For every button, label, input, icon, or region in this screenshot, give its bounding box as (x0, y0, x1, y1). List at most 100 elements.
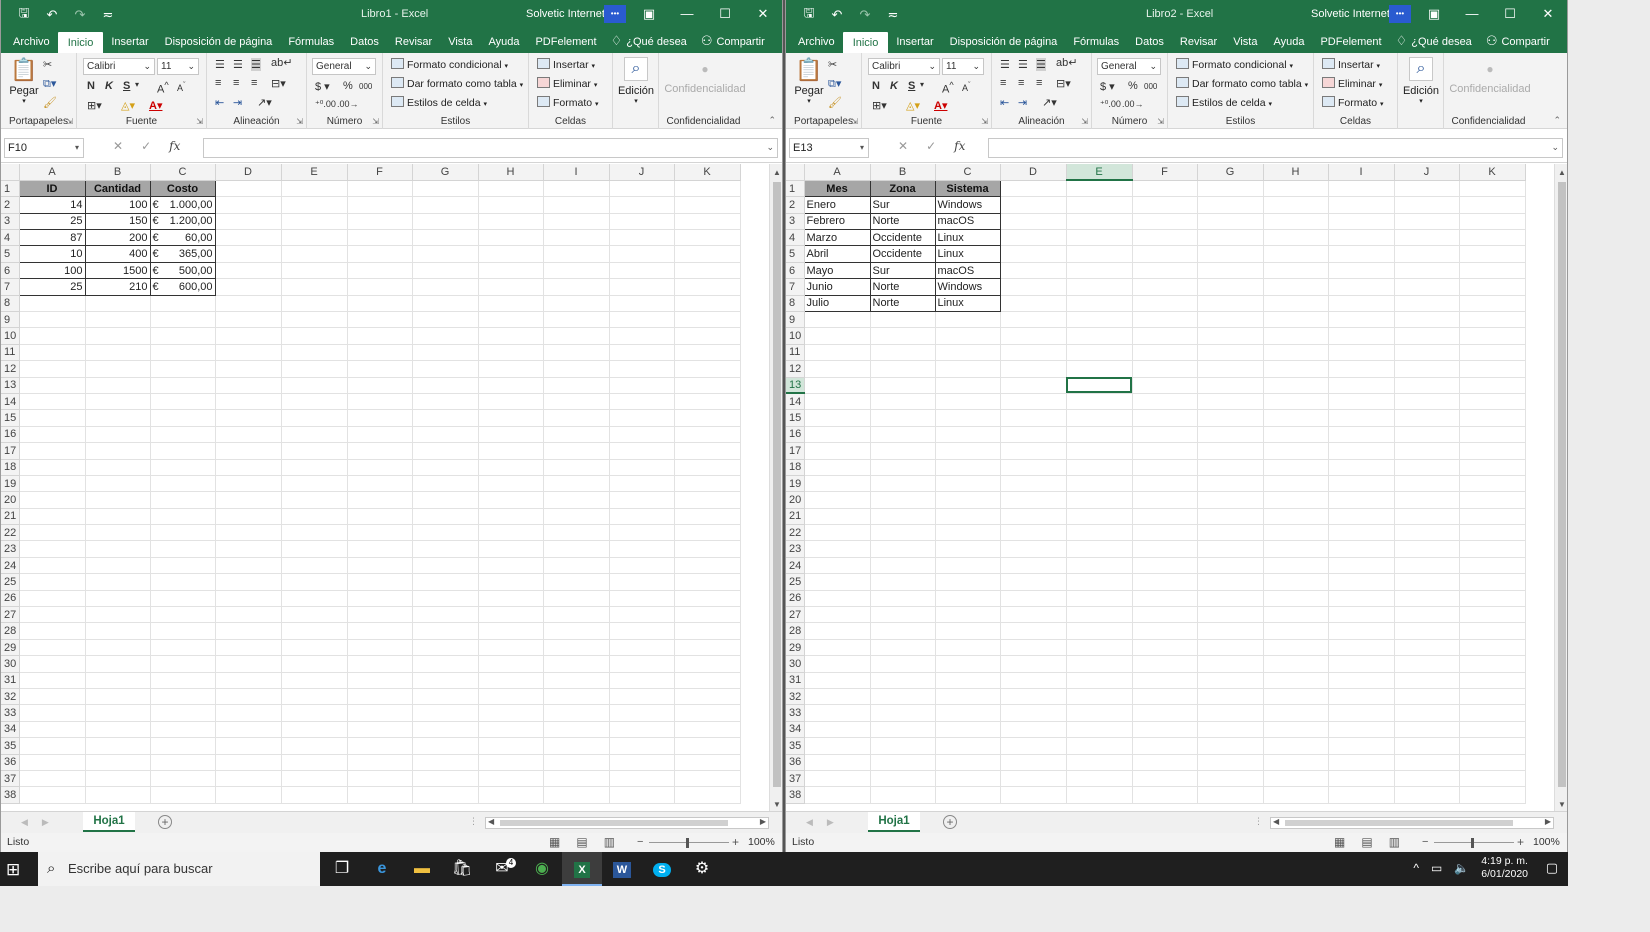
cell[interactable] (478, 540, 544, 558)
cell[interactable] (1197, 426, 1264, 444)
cell[interactable] (215, 196, 282, 214)
cell[interactable] (478, 196, 544, 214)
cell[interactable] (347, 622, 413, 640)
cell[interactable] (1459, 344, 1526, 362)
cell[interactable] (281, 688, 348, 706)
decrease-decimal-icon[interactable]: .00→ (1122, 99, 1144, 109)
row-header[interactable]: 10 (786, 327, 805, 345)
cell[interactable] (935, 327, 1001, 345)
scroll-up-icon[interactable]: ▲ (1555, 168, 1567, 177)
zoom-slider-thumb[interactable] (1471, 838, 1474, 848)
cell[interactable] (215, 770, 282, 788)
borders-icon[interactable]: ⊞▾ (872, 99, 887, 112)
cell[interactable] (412, 573, 479, 591)
row-header[interactable]: 31 (1, 672, 20, 690)
worksheet-grid[interactable]: A B C D E F G H I J K 1 Mes Zona Sistema 2 Enero Sur Windo… (786, 164, 1554, 811)
row-header[interactable]: 32 (786, 688, 805, 706)
cell[interactable] (609, 639, 675, 657)
cell[interactable] (412, 426, 479, 444)
cell[interactable] (347, 754, 413, 771)
cell[interactable] (215, 229, 282, 247)
cell[interactable] (85, 622, 151, 640)
cell[interactable] (609, 491, 675, 509)
cell[interactable] (85, 344, 151, 362)
cell[interactable] (412, 262, 479, 280)
cell[interactable] (85, 770, 151, 788)
cell[interactable] (1459, 540, 1526, 558)
cell[interactable] (19, 442, 86, 460)
cell[interactable] (478, 229, 544, 247)
cell[interactable] (1000, 737, 1067, 755)
cell[interactable] (543, 688, 610, 706)
cell[interactable] (1263, 540, 1329, 558)
underline-button[interactable]: S (908, 80, 915, 92)
cell[interactable] (1066, 524, 1133, 542)
align-middle-icon[interactable]: ☰ (233, 58, 243, 71)
cell[interactable] (543, 360, 610, 378)
cell[interactable] (412, 442, 479, 460)
copy-icon[interactable]: ⧉▾ (828, 77, 841, 91)
row-header[interactable]: 29 (786, 639, 805, 657)
align-middle-icon[interactable]: ☰ (1018, 58, 1028, 71)
cell[interactable] (150, 327, 216, 345)
cell[interactable] (412, 704, 479, 722)
cell[interactable] (412, 360, 479, 378)
cell[interactable] (1459, 491, 1526, 509)
cell[interactable] (215, 491, 282, 509)
cell[interactable] (674, 360, 741, 378)
decrease-font-icon[interactable]: Aˇ (177, 80, 186, 93)
normal-view-icon[interactable]: ▦ (1334, 835, 1345, 849)
confidentiality-button[interactable]: ● Confidencialidad (663, 57, 747, 95)
column-header[interactable]: I (1328, 164, 1395, 181)
cell-styles-button[interactable]: Estilos de celda ▾ (1176, 96, 1272, 109)
column-header[interactable]: K (674, 164, 741, 181)
cell[interactable] (19, 409, 86, 427)
cell[interactable] (1328, 491, 1395, 509)
cell[interactable] (412, 409, 479, 427)
cell[interactable] (1000, 639, 1067, 657)
cell[interactable] (150, 475, 216, 493)
decrease-indent-icon[interactable]: ⇤ (215, 96, 224, 109)
row-header[interactable]: 24 (786, 557, 805, 575)
cell[interactable] (412, 786, 479, 804)
cell[interactable] (19, 475, 86, 493)
cell[interactable] (870, 475, 936, 493)
cell[interactable] (1066, 540, 1133, 558)
cell[interactable] (609, 459, 675, 476)
dialog-launcher-icon[interactable]: ⇲ (1081, 117, 1088, 126)
align-top-icon[interactable]: ☰ (215, 58, 225, 71)
cell[interactable] (478, 295, 544, 313)
cell[interactable] (1328, 295, 1395, 313)
cell[interactable] (215, 721, 282, 739)
cell[interactable] (1066, 786, 1133, 804)
insert-function-icon[interactable]: fx (169, 139, 180, 153)
cell[interactable] (281, 409, 348, 427)
cell[interactable] (1197, 655, 1264, 673)
cell[interactable] (1066, 557, 1133, 575)
cell[interactable] (412, 311, 479, 329)
table-data-cell[interactable]: €600,00 (149, 278, 216, 296)
table-data-cell[interactable]: €60,00 (149, 229, 216, 247)
cell[interactable] (19, 754, 86, 771)
table-data-cell[interactable]: 210 (84, 278, 151, 296)
cell[interactable] (19, 590, 86, 608)
fill-color-icon[interactable]: ◬▾ (906, 99, 920, 112)
cell[interactable] (150, 442, 216, 460)
taskbar-search-box[interactable]: ⌕ Escribe aquí para buscar (38, 852, 320, 886)
cell[interactable] (1197, 377, 1264, 394)
cell[interactable] (478, 737, 544, 755)
cell[interactable] (1000, 590, 1067, 608)
cell[interactable] (85, 475, 151, 493)
cell[interactable] (804, 360, 871, 378)
zoom-slider-thumb[interactable] (686, 838, 689, 848)
cell[interactable] (19, 639, 86, 657)
cell[interactable] (1132, 688, 1198, 706)
row-header[interactable]: 22 (1, 524, 20, 542)
tab-datos[interactable]: Datos (1127, 36, 1172, 53)
cell[interactable] (1328, 573, 1395, 591)
cell[interactable] (870, 672, 936, 690)
cell[interactable] (1394, 508, 1460, 526)
cell[interactable] (935, 721, 1001, 739)
cell[interactable] (674, 262, 741, 280)
cell[interactable] (674, 655, 741, 673)
